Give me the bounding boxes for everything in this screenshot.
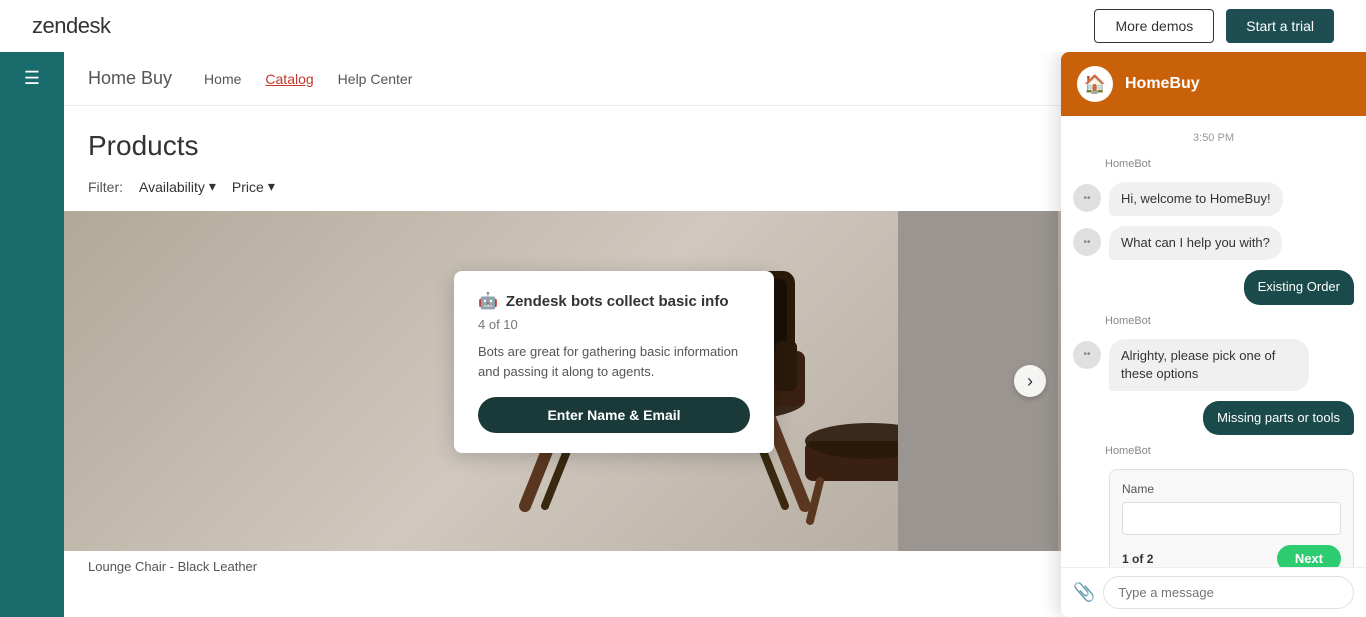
- tooltip-title: Zendesk bots collect basic info: [506, 293, 729, 310]
- user-bubble-2: Missing parts or tools: [1203, 401, 1354, 435]
- chat-bot-row-3: •• Alrighty, please pick one of these op…: [1073, 339, 1354, 391]
- bot-bubble-3: Alrighty, please pick one of these optio…: [1109, 339, 1309, 391]
- bot-avatar-3: ••: [1073, 341, 1101, 369]
- store-brand: Home Buy: [88, 68, 172, 89]
- name-form-card: Name 1 of 2 Next: [1109, 469, 1354, 567]
- top-bar-actions: More demos Start a trial: [1094, 9, 1334, 43]
- chat-bot-row-1: •• Hi, welcome to HomeBuy!: [1073, 182, 1354, 216]
- availability-filter[interactable]: Availability ▾: [139, 178, 216, 195]
- nav-catalog[interactable]: Catalog: [265, 71, 313, 87]
- main-wrapper: ☰ Home Buy Home Catalog Help Center Prod…: [0, 52, 1366, 617]
- sidebar: ☰: [0, 52, 64, 617]
- attach-icon[interactable]: 📎: [1073, 582, 1095, 603]
- panel-arrow[interactable]: ›: [1014, 365, 1046, 397]
- bot-label-2: HomeBot: [1105, 315, 1354, 327]
- start-trial-button[interactable]: Start a trial: [1226, 9, 1334, 43]
- zendesk-logo: zendesk: [32, 13, 110, 39]
- chat-bot-row-2: •• What can I help you with?: [1073, 226, 1354, 260]
- menu-icon[interactable]: ☰: [24, 68, 40, 89]
- chat-timestamp: 3:50 PM: [1073, 132, 1354, 144]
- robot-icon: 🤖: [478, 291, 498, 311]
- filter-label: Filter:: [88, 179, 123, 195]
- chat-logo-icon: 🏠: [1077, 66, 1113, 102]
- price-filter[interactable]: Price ▾: [232, 178, 275, 195]
- top-bar: zendesk More demos Start a trial: [0, 0, 1366, 52]
- bot-bubble-2: What can I help you with?: [1109, 226, 1282, 260]
- nav-help-center[interactable]: Help Center: [338, 71, 413, 87]
- more-demos-button[interactable]: More demos: [1094, 9, 1214, 43]
- tooltip-header: 🤖 Zendesk bots collect basic info: [478, 291, 750, 311]
- nav-home[interactable]: Home: [204, 71, 241, 87]
- user-msg-2: Missing parts or tools: [1073, 401, 1354, 435]
- user-bubble-1: Existing Order: [1244, 270, 1354, 304]
- bot-label-1: HomeBot: [1105, 158, 1354, 170]
- chat-header: 🏠 HomeBuy: [1061, 52, 1366, 116]
- name-input[interactable]: [1122, 502, 1341, 535]
- next-button[interactable]: Next: [1277, 545, 1341, 567]
- chat-body[interactable]: 3:50 PM HomeBot •• Hi, welcome to HomeBu…: [1061, 116, 1366, 567]
- chat-footer: 📎: [1061, 567, 1366, 617]
- form-pagination: 1 of 2 Next: [1122, 545, 1341, 567]
- tooltip-step: 4 of 10: [478, 317, 750, 332]
- store-area: Home Buy Home Catalog Help Center Produc…: [64, 52, 1366, 617]
- bot-avatar-1: ••: [1073, 184, 1101, 212]
- chat-widget: 🏠 HomeBuy 3:50 PM HomeBot •• Hi, welcome…: [1061, 52, 1366, 617]
- bot-bubble-1: Hi, welcome to HomeBuy!: [1109, 182, 1283, 216]
- tooltip-body: Bots are great for gathering basic infor…: [478, 342, 750, 381]
- bot-label-3: HomeBot: [1105, 445, 1354, 457]
- user-msg-1: Existing Order: [1073, 270, 1354, 304]
- enter-name-email-button[interactable]: Enter Name & Email: [478, 397, 750, 433]
- bot-avatar-2: ••: [1073, 228, 1101, 256]
- chat-input[interactable]: [1103, 576, 1354, 609]
- name-field-label: Name: [1122, 482, 1341, 496]
- form-page-info: 1 of 2: [1122, 552, 1153, 566]
- tooltip-overlay: 🤖 Zendesk bots collect basic info 4 of 1…: [454, 271, 774, 453]
- chat-brand: HomeBuy: [1125, 75, 1200, 93]
